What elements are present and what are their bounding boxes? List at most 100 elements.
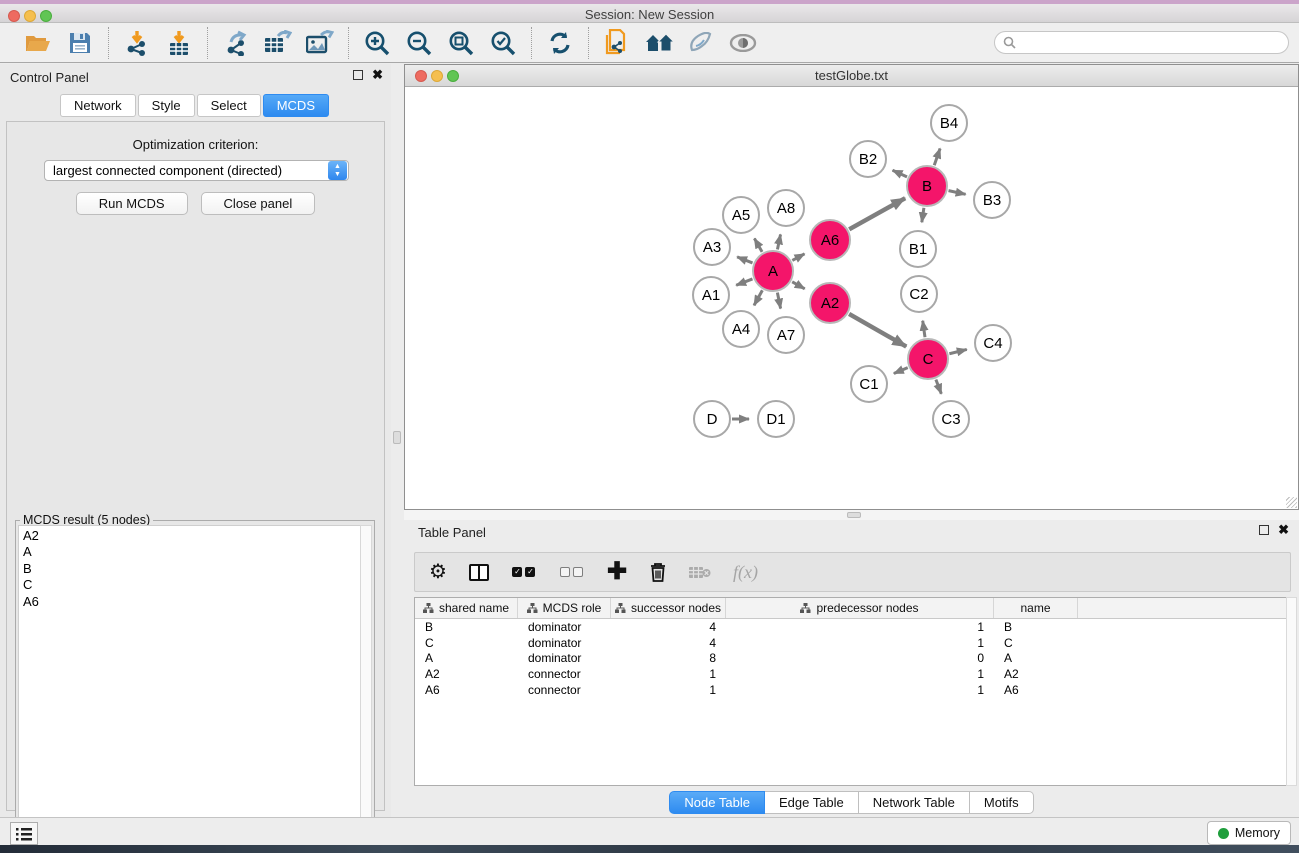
open-file-icon[interactable] — [24, 29, 52, 57]
delete-row-icon[interactable] — [649, 562, 667, 583]
tab-node-table[interactable]: Node Table — [669, 791, 765, 814]
sort-hierarchy-icon — [423, 603, 434, 613]
deselect-all-icon[interactable] — [559, 567, 585, 577]
add-row-icon[interactable]: ✚ — [607, 562, 627, 582]
table-header-row: shared nameMCDS rolesuccessor nodesprede… — [415, 598, 1290, 619]
style-check-icon[interactable] — [687, 29, 715, 57]
mcds-result-item[interactable]: A2 — [23, 528, 356, 544]
task-history-button[interactable] — [10, 822, 38, 845]
clone-network-icon[interactable] — [603, 29, 631, 57]
tab-network[interactable]: Network — [60, 94, 136, 117]
delete-table-icon[interactable] — [689, 565, 711, 580]
graph-node-B1[interactable]: B1 — [899, 230, 937, 268]
zoom-fit-content-icon[interactable] — [447, 29, 475, 57]
export-image-icon[interactable] — [306, 29, 334, 57]
show-graphics-details-icon[interactable] — [729, 29, 757, 57]
zoom-out-icon[interactable] — [405, 29, 433, 57]
graph-node-A2[interactable]: A2 — [809, 282, 851, 324]
graph-node-D1[interactable]: D1 — [757, 400, 795, 438]
graph-node-B3[interactable]: B3 — [973, 181, 1011, 219]
home-view-icon[interactable] — [645, 29, 673, 57]
column-header-name[interactable]: name — [994, 598, 1078, 618]
graph-node-C1[interactable]: C1 — [850, 365, 888, 403]
mcds-result-scrollbar[interactable] — [360, 525, 372, 853]
settings-gear-icon[interactable]: ⚙ — [429, 562, 447, 582]
graph-node-A8[interactable]: A8 — [767, 189, 805, 227]
memory-button[interactable]: Memory — [1207, 821, 1291, 845]
graph-node-A4[interactable]: A4 — [722, 310, 760, 348]
table-float-panel-icon[interactable] — [1259, 525, 1269, 535]
refresh-icon[interactable] — [546, 29, 574, 57]
graph-node-D[interactable]: D — [693, 400, 731, 438]
tab-edge-table[interactable]: Edge Table — [765, 791, 859, 814]
criterion-dropdown[interactable]: largest connected component (directed) ▲… — [44, 160, 349, 181]
graph-node-A5[interactable]: A5 — [722, 196, 760, 234]
table-cell: A6 — [994, 683, 1078, 697]
import-table-icon[interactable] — [165, 29, 193, 57]
mcds-result-item[interactable]: A — [23, 544, 356, 560]
column-header-successor-nodes[interactable]: successor nodes — [611, 598, 726, 618]
graph-node-A1[interactable]: A1 — [692, 276, 730, 314]
horizontal-splitter-handle[interactable] — [847, 512, 861, 518]
close-panel-icon[interactable]: ✖ — [372, 70, 383, 80]
control-panel-tabs: Network Style Select MCDS — [0, 94, 391, 117]
mcds-result-list[interactable]: A2ABCA6 — [18, 525, 361, 853]
save-session-icon[interactable] — [66, 29, 94, 57]
mcds-result-item[interactable]: C — [23, 577, 356, 593]
mcds-result-item[interactable]: B — [23, 561, 356, 577]
run-mcds-button[interactable]: Run MCDS — [76, 192, 188, 215]
table-cell: A — [994, 651, 1078, 665]
graph-node-A3[interactable]: A3 — [693, 228, 731, 266]
float-panel-icon[interactable] — [353, 70, 363, 80]
zoom-in-icon[interactable] — [363, 29, 391, 57]
graph-node-B[interactable]: B — [906, 165, 948, 207]
table-row[interactable]: A2connector11A2 — [415, 666, 1290, 682]
function-builder-icon[interactable]: f(x) — [733, 562, 758, 583]
close-panel-button[interactable]: Close panel — [201, 192, 316, 215]
network-window-titlebar[interactable]: testGlobe.txt — [405, 65, 1298, 87]
export-table-icon[interactable] — [264, 29, 292, 57]
import-network-icon[interactable] — [123, 29, 151, 57]
graph-node-C4[interactable]: C4 — [974, 324, 1012, 362]
application-window: Session: New Session — [0, 0, 1299, 853]
tab-mcds[interactable]: MCDS — [263, 94, 329, 117]
table-cell: A6 — [415, 683, 518, 697]
tab-style[interactable]: Style — [138, 94, 195, 117]
table-cell: C — [415, 636, 518, 650]
column-visibility-icon[interactable] — [469, 564, 489, 581]
graph-node-C3[interactable]: C3 — [932, 400, 970, 438]
graph-node-B4[interactable]: B4 — [930, 104, 968, 142]
table-close-panel-icon[interactable]: ✖ — [1278, 525, 1289, 535]
graph-node-A6[interactable]: A6 — [809, 219, 851, 261]
column-header-shared-name[interactable]: shared name — [415, 598, 518, 618]
mcds-result-item[interactable]: A6 — [23, 594, 356, 610]
graph-node-C[interactable]: C — [907, 338, 949, 380]
export-network-icon[interactable] — [222, 29, 250, 57]
table-row[interactable]: Cdominator41C — [415, 635, 1290, 651]
graph-node-C2[interactable]: C2 — [900, 275, 938, 313]
optimization-criterion-label: Optimization criterion: — [7, 137, 384, 152]
graph-node-A[interactable]: A — [752, 250, 794, 292]
column-header-predecessor-nodes[interactable]: predecessor nodes — [726, 598, 994, 618]
mcds-panel-body: Optimization criterion: largest connecte… — [6, 121, 385, 811]
column-header-MCDS-role[interactable]: MCDS role — [518, 598, 611, 618]
table-row[interactable]: Adominator80A — [415, 651, 1290, 667]
graph-node-B2[interactable]: B2 — [849, 140, 887, 178]
search-input[interactable] — [1021, 36, 1280, 50]
table-cell: 4 — [611, 620, 726, 634]
table-row[interactable]: A6connector11A6 — [415, 682, 1290, 698]
vertical-splitter-handle[interactable] — [393, 431, 401, 444]
select-all-icon[interactable]: ✓✓ — [511, 567, 537, 577]
window-resize-grip[interactable] — [1286, 497, 1297, 508]
table-row[interactable]: Bdominator41B — [415, 619, 1290, 635]
zoom-selected-icon[interactable] — [489, 29, 517, 57]
network-canvas[interactable]: A A6 A2 B C A1 A3 A4 A5 A7 A8 B1 B2 B3 B4 C1 C2 C3C4 D D1 — [405, 88, 1298, 509]
table-cell: 8 — [611, 651, 726, 665]
tab-motifs[interactable]: Motifs — [970, 791, 1034, 814]
table-scrollbar[interactable] — [1286, 597, 1297, 786]
search-box[interactable] — [994, 31, 1289, 54]
tab-select[interactable]: Select — [197, 94, 261, 117]
tab-network-table[interactable]: Network Table — [859, 791, 970, 814]
graph-node-A7[interactable]: A7 — [767, 316, 805, 354]
table-cell: 1 — [726, 683, 994, 697]
